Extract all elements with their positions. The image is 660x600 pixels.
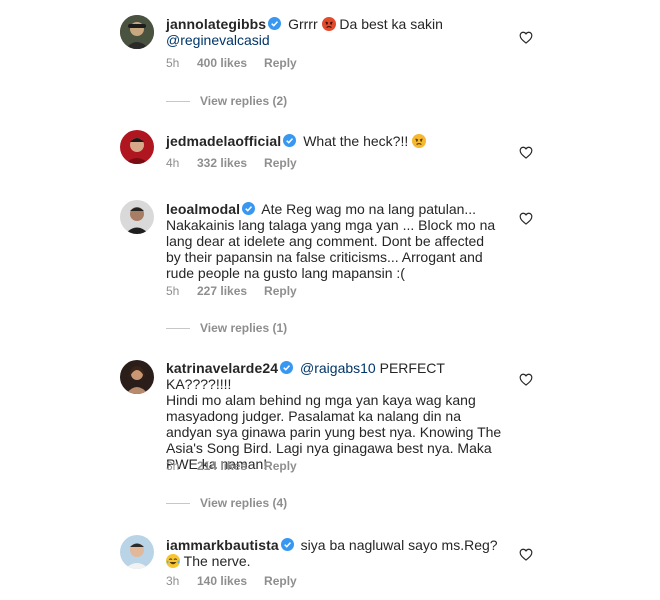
avatar[interactable] (120, 360, 154, 394)
comment-text: jannolategibbs Grrrr Da best ka sakin @r… (166, 16, 443, 48)
comment-text: jedmadelaofficial What the heck?!! (166, 133, 506, 149)
divider-line (166, 100, 190, 102)
view-replies-button[interactable]: View replies (1) (166, 321, 287, 335)
mention-link[interactable]: @reginevalcasid (166, 32, 270, 48)
avatar[interactable] (120, 15, 154, 49)
view-replies-button[interactable]: View replies (4) (166, 496, 287, 510)
avatar[interactable] (120, 200, 154, 234)
verified-badge-icon (268, 17, 282, 30)
username[interactable]: jannolategibbs (166, 16, 266, 32)
avatar[interactable] (120, 130, 154, 164)
verified-badge-icon (242, 202, 256, 215)
reply-button[interactable]: Reply (264, 459, 297, 473)
timestamp: 3h (166, 574, 180, 588)
heart-icon[interactable] (519, 146, 533, 159)
username[interactable]: katrinavelarde24 (166, 360, 278, 376)
comment-meta: 3h 140 likes Reply (166, 574, 297, 588)
verified-badge-icon (280, 361, 294, 374)
divider-line (166, 327, 190, 329)
comment-text: leoalmodal Ate Reg wag mo na lang patula… (166, 201, 496, 281)
timestamp: 4h (166, 156, 180, 170)
tears-of-joy-icon (166, 554, 180, 568)
timestamp: 5h (166, 56, 180, 70)
angry-face-icon (412, 134, 427, 148)
reply-button[interactable]: Reply (264, 284, 297, 298)
avatar[interactable] (120, 535, 154, 569)
divider-line (166, 502, 190, 504)
comment-meta: 5h 400 likes Reply (166, 56, 297, 70)
verified-badge-icon (283, 134, 297, 147)
likes-count[interactable]: 400 likes (197, 56, 247, 70)
likes-count[interactable]: 227 likes (197, 284, 247, 298)
comment-meta: 3h 214 likes Reply (166, 459, 297, 473)
reply-button[interactable]: Reply (264, 56, 297, 70)
comment-meta: 4h 332 likes Reply (166, 156, 297, 170)
username[interactable]: iammarkbautista (166, 537, 279, 553)
timestamp: 5h (166, 284, 180, 298)
likes-count[interactable]: 214 likes (197, 459, 247, 473)
comment-meta: 5h 227 likes Reply (166, 284, 297, 298)
comment-text: iammarkbautista siya ba nagluwal sayo ms… (166, 537, 498, 569)
view-replies-button[interactable]: View replies (2) (166, 94, 287, 108)
username[interactable]: jedmadelaofficial (166, 133, 281, 149)
reply-button[interactable]: Reply (264, 156, 297, 170)
username[interactable]: leoalmodal (166, 201, 240, 217)
heart-icon[interactable] (519, 548, 533, 561)
timestamp: 3h (166, 459, 180, 473)
comment-text: katrinavelarde24 @raigabs10 PERFECT KA??… (166, 360, 502, 472)
verified-badge-icon (280, 538, 294, 551)
mention-link[interactable]: @raigabs10 (300, 360, 376, 376)
angry-face-icon (321, 17, 336, 31)
reply-button[interactable]: Reply (264, 574, 297, 588)
heart-icon[interactable] (519, 373, 533, 386)
likes-count[interactable]: 140 likes (197, 574, 247, 588)
heart-icon[interactable] (519, 31, 533, 44)
likes-count[interactable]: 332 likes (197, 156, 247, 170)
heart-icon[interactable] (519, 212, 533, 225)
